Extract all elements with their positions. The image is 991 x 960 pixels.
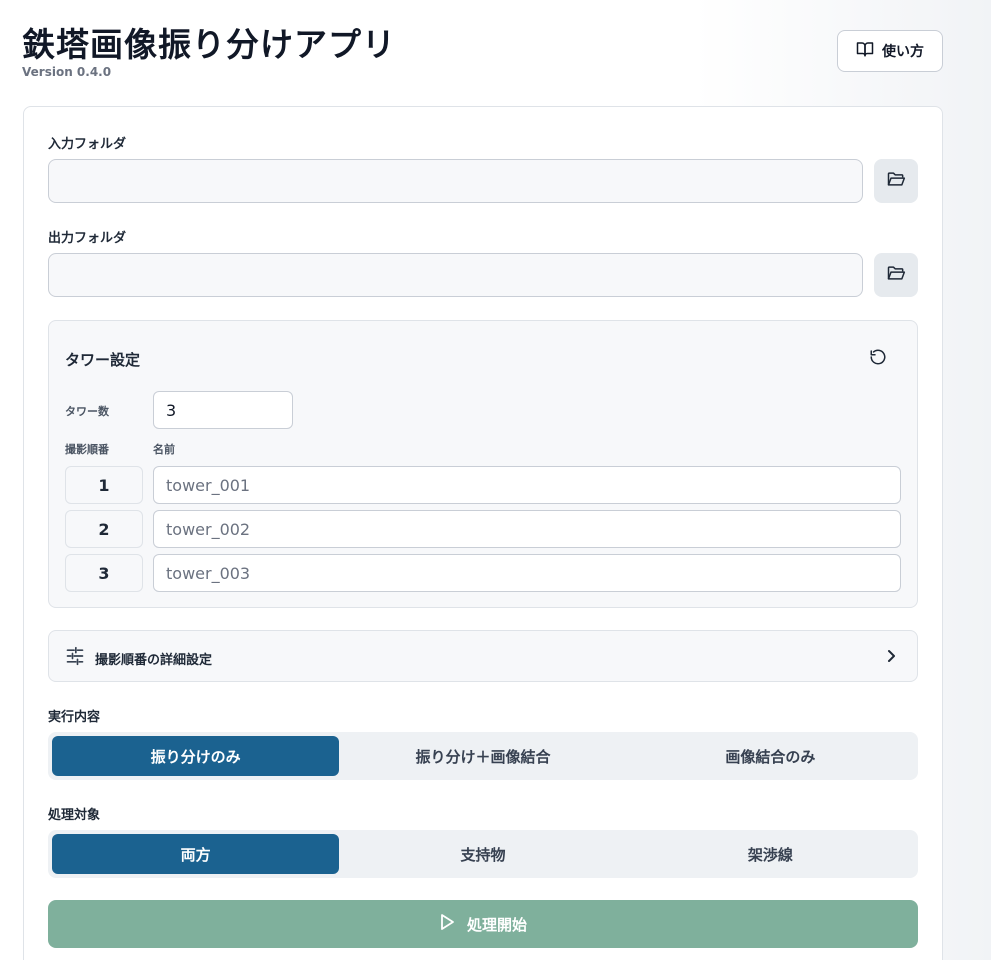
chevron-right-icon (883, 647, 899, 669)
play-icon (439, 913, 455, 935)
tower-name-input-2[interactable]: tower_002 (153, 510, 901, 548)
book-icon (856, 41, 874, 61)
folder-open-icon (886, 264, 906, 286)
app-title: 鉄塔画像振り分けアプリ (22, 25, 396, 64)
order-cell-2: 2 (65, 510, 143, 548)
detail-settings-label: 撮影順番の詳細設定 (95, 653, 213, 668)
execution-segmented-control: 振り分けのみ 振り分け＋画像結合 画像結合のみ (48, 732, 918, 780)
help-button-label: 使い方 (882, 44, 924, 60)
order-cell-1: 1 (65, 466, 143, 504)
target-option-supports[interactable]: 支持物 (339, 834, 626, 874)
execution-option-sort-only[interactable]: 振り分けのみ (52, 736, 340, 776)
order-cell-3: 3 (65, 554, 143, 592)
output-folder-browse-button[interactable] (874, 253, 918, 297)
rotate-ccw-icon (869, 348, 887, 370)
detail-settings-toggle[interactable]: 撮影順番の詳細設定 (48, 630, 918, 682)
tower-name-input-3[interactable]: tower_003 (153, 554, 901, 592)
reset-button[interactable] (867, 348, 889, 370)
folder-open-icon (886, 170, 906, 192)
target-option-both[interactable]: 両方 (52, 834, 340, 874)
execution-option-merge-only[interactable]: 画像結合のみ (627, 736, 914, 776)
order-header: 撮影順番 (65, 443, 109, 456)
input-folder-field[interactable] (48, 159, 863, 203)
tower-name-input-1[interactable]: tower_001 (153, 466, 901, 504)
input-folder-label: 入力フォルダ (48, 137, 127, 152)
execution-option-sort-and-merge[interactable]: 振り分け＋画像結合 (339, 736, 626, 776)
target-option-overhead-lines[interactable]: 架渉線 (627, 834, 914, 874)
help-button[interactable]: 使い方 (837, 30, 943, 72)
output-folder-label: 出力フォルダ (48, 231, 127, 246)
output-folder-field[interactable] (48, 253, 863, 297)
input-folder-browse-button[interactable] (874, 159, 918, 203)
app-version: Version 0.4.0 (22, 65, 112, 79)
start-processing-label: 処理開始 (466, 915, 527, 934)
execution-label: 実行内容 (48, 710, 101, 725)
target-label: 処理対象 (48, 808, 101, 823)
tower-count-label: タワー数 (65, 405, 109, 418)
name-header: 名前 (153, 443, 175, 456)
start-processing-button[interactable]: 処理開始 (48, 900, 918, 948)
tower-settings-title: タワー設定 (65, 351, 141, 369)
target-segmented-control: 両方 支持物 架渉線 (48, 830, 918, 878)
tower-settings-panel: タワー設定 タワー数 3 撮影順番 名前 1 tower_001 2 tower… (48, 320, 918, 608)
sliders-icon (65, 646, 85, 670)
tower-count-input[interactable]: 3 (153, 391, 293, 429)
